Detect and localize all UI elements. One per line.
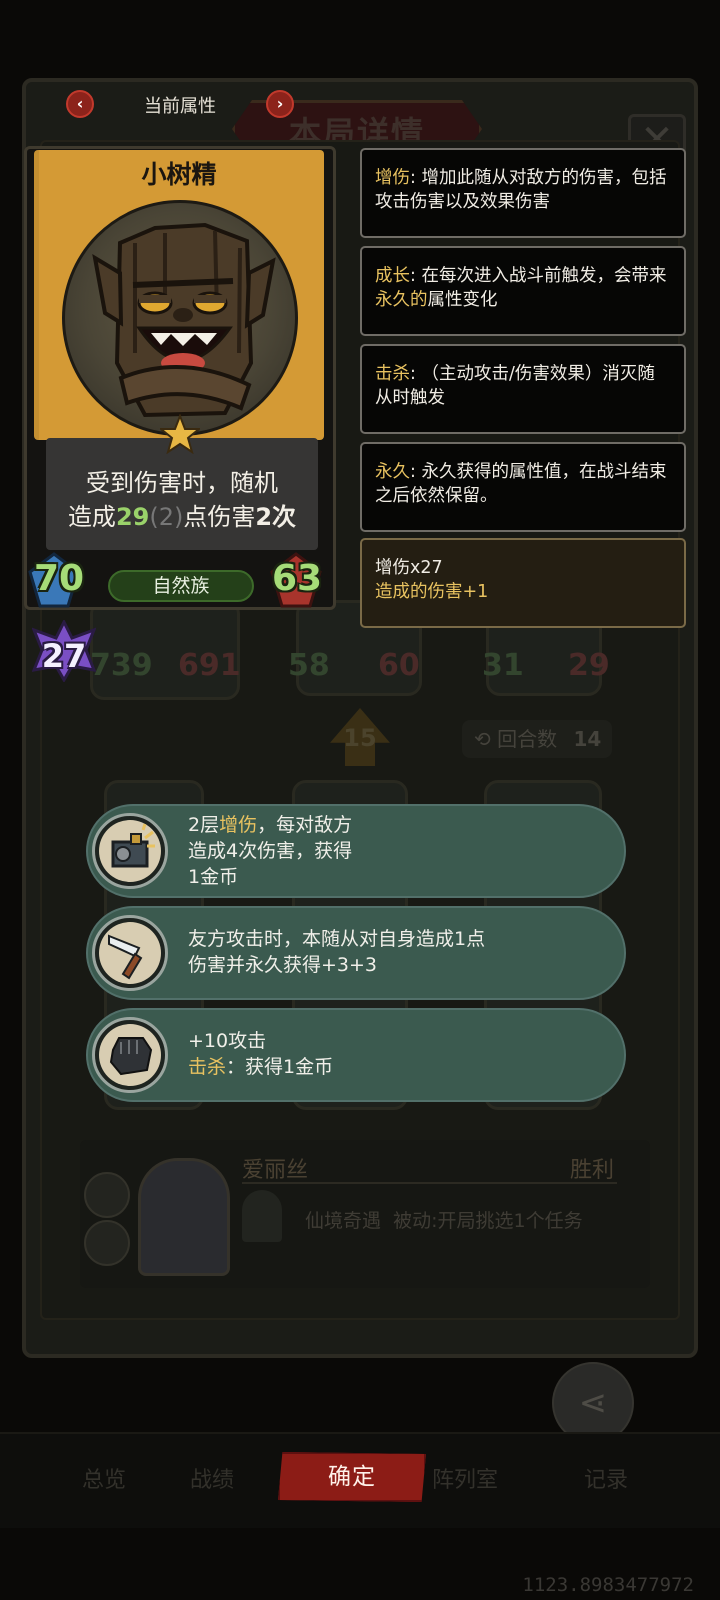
razor-icon — [99, 922, 161, 984]
item-icon-frame — [92, 915, 168, 991]
board-health: 691 — [178, 648, 241, 683]
keyword-box-permanent: 永久: 永久获得的属性值，在战斗结束之后依然保留。 — [360, 442, 686, 532]
board-health: 60 — [378, 648, 420, 683]
keyword-box-damage-boost: 增伤: 增加此随从对敌方的伤害，包括攻击伤害以及效果伤害 — [360, 148, 686, 238]
next-arrow-button[interactable]: › — [266, 90, 294, 118]
prev-arrow-button[interactable]: ‹ — [66, 90, 94, 118]
hero-name: 爱丽丝 — [242, 1158, 309, 1183]
tier-value: 27 — [41, 637, 87, 675]
coordinate-readout: 1123.8983477972 — [522, 1574, 694, 1596]
keyword-box-growth: 成长: 在每次进入战斗前触发，会带来永久的属性变化 — [360, 246, 686, 336]
hero-skill-desc: 开局挑选1个任务 — [437, 1210, 583, 1232]
board-attack: 31 — [482, 648, 524, 683]
item-icon-frame — [92, 1017, 168, 1093]
keyword-term: 永久 — [375, 462, 410, 482]
damage-value: 29 — [115, 503, 150, 531]
card-desc-line1: 受到伤害时，随机 — [86, 469, 278, 497]
buff-summary-box: 增伤x27 造成的伤害+1 — [360, 538, 686, 628]
item-text-gear: 2层增伤，每对敌方 造成4次伤害，获得 1金币 — [188, 814, 353, 888]
buff-line: 增伤x27 — [375, 558, 443, 578]
treant-icon — [92, 222, 276, 418]
hero-skill-type: 被动 — [393, 1210, 432, 1232]
confirm-button[interactable]: 确定 — [278, 1452, 426, 1502]
glove-icon — [99, 1024, 161, 1086]
keyword-box-kill: 击杀: （主动攻击/伤害效果）消灭随从时触发 — [360, 344, 686, 434]
star-icon — [160, 414, 200, 454]
item-text-razor: 友方攻击时，本随从对自身造成1点 伤害并永久获得+3+3 — [188, 928, 486, 976]
board-attack: 739 — [90, 648, 153, 683]
turn-badge: 15 — [343, 724, 377, 752]
base-damage: (2) — [149, 503, 184, 531]
board-attack: 58 — [288, 648, 330, 683]
health-value: 63 — [272, 558, 323, 599]
card-desc-line2: 造成29(2)点伤害2次 — [67, 503, 297, 531]
gear-machine-icon — [99, 820, 161, 882]
hero-skill: 仙境奇遇 被动:开局挑选1个任务 — [305, 1210, 583, 1232]
board-health: 29 — [568, 648, 610, 683]
card-description: 受到伤害时，随机 造成29(2)点伤害2次 — [46, 466, 318, 534]
share-icon: ⋖ — [578, 1383, 608, 1423]
tab-overview[interactable]: 总览 — [82, 1462, 126, 1494]
keyword-term: 成长 — [375, 266, 410, 286]
hero-skill-name: 仙境奇遇 — [305, 1210, 382, 1232]
keyword-term: 击杀 — [375, 364, 410, 384]
hero-skill-icon — [242, 1190, 282, 1242]
hit-count: 2次 — [255, 503, 297, 531]
item-icon-frame — [92, 813, 168, 889]
item-text-glove: +10攻击 击杀：获得1金币 — [188, 1030, 334, 1078]
rounds-label: 回合数 — [497, 727, 558, 751]
tribe-label: 自然族 — [108, 570, 254, 602]
minion-portrait — [62, 200, 298, 436]
keyword-term: 增伤 — [375, 168, 410, 188]
repeat-icon: ⟲ — [474, 727, 498, 751]
divider — [242, 1182, 617, 1184]
hero-ship-icon — [84, 1220, 130, 1266]
tab-record[interactable]: 战绩 — [190, 1462, 234, 1494]
hero-portrait[interactable] — [138, 1158, 230, 1276]
rounds-counter: ⟲ 回合数 14 — [462, 720, 612, 758]
attack-value: 70 — [34, 558, 85, 599]
rounds-value: 14 — [573, 727, 602, 751]
tab-formation[interactable]: 阵列室 — [432, 1462, 498, 1494]
tab-log[interactable]: 记录 — [584, 1462, 628, 1494]
current-attributes-title: 当前属性 — [144, 96, 216, 117]
hero-stat-icon — [84, 1172, 130, 1218]
buff-effect: 造成的伤害+1 — [375, 582, 489, 602]
hero-result: 胜利 — [570, 1158, 615, 1183]
minion-name: 小树精 — [141, 160, 217, 189]
